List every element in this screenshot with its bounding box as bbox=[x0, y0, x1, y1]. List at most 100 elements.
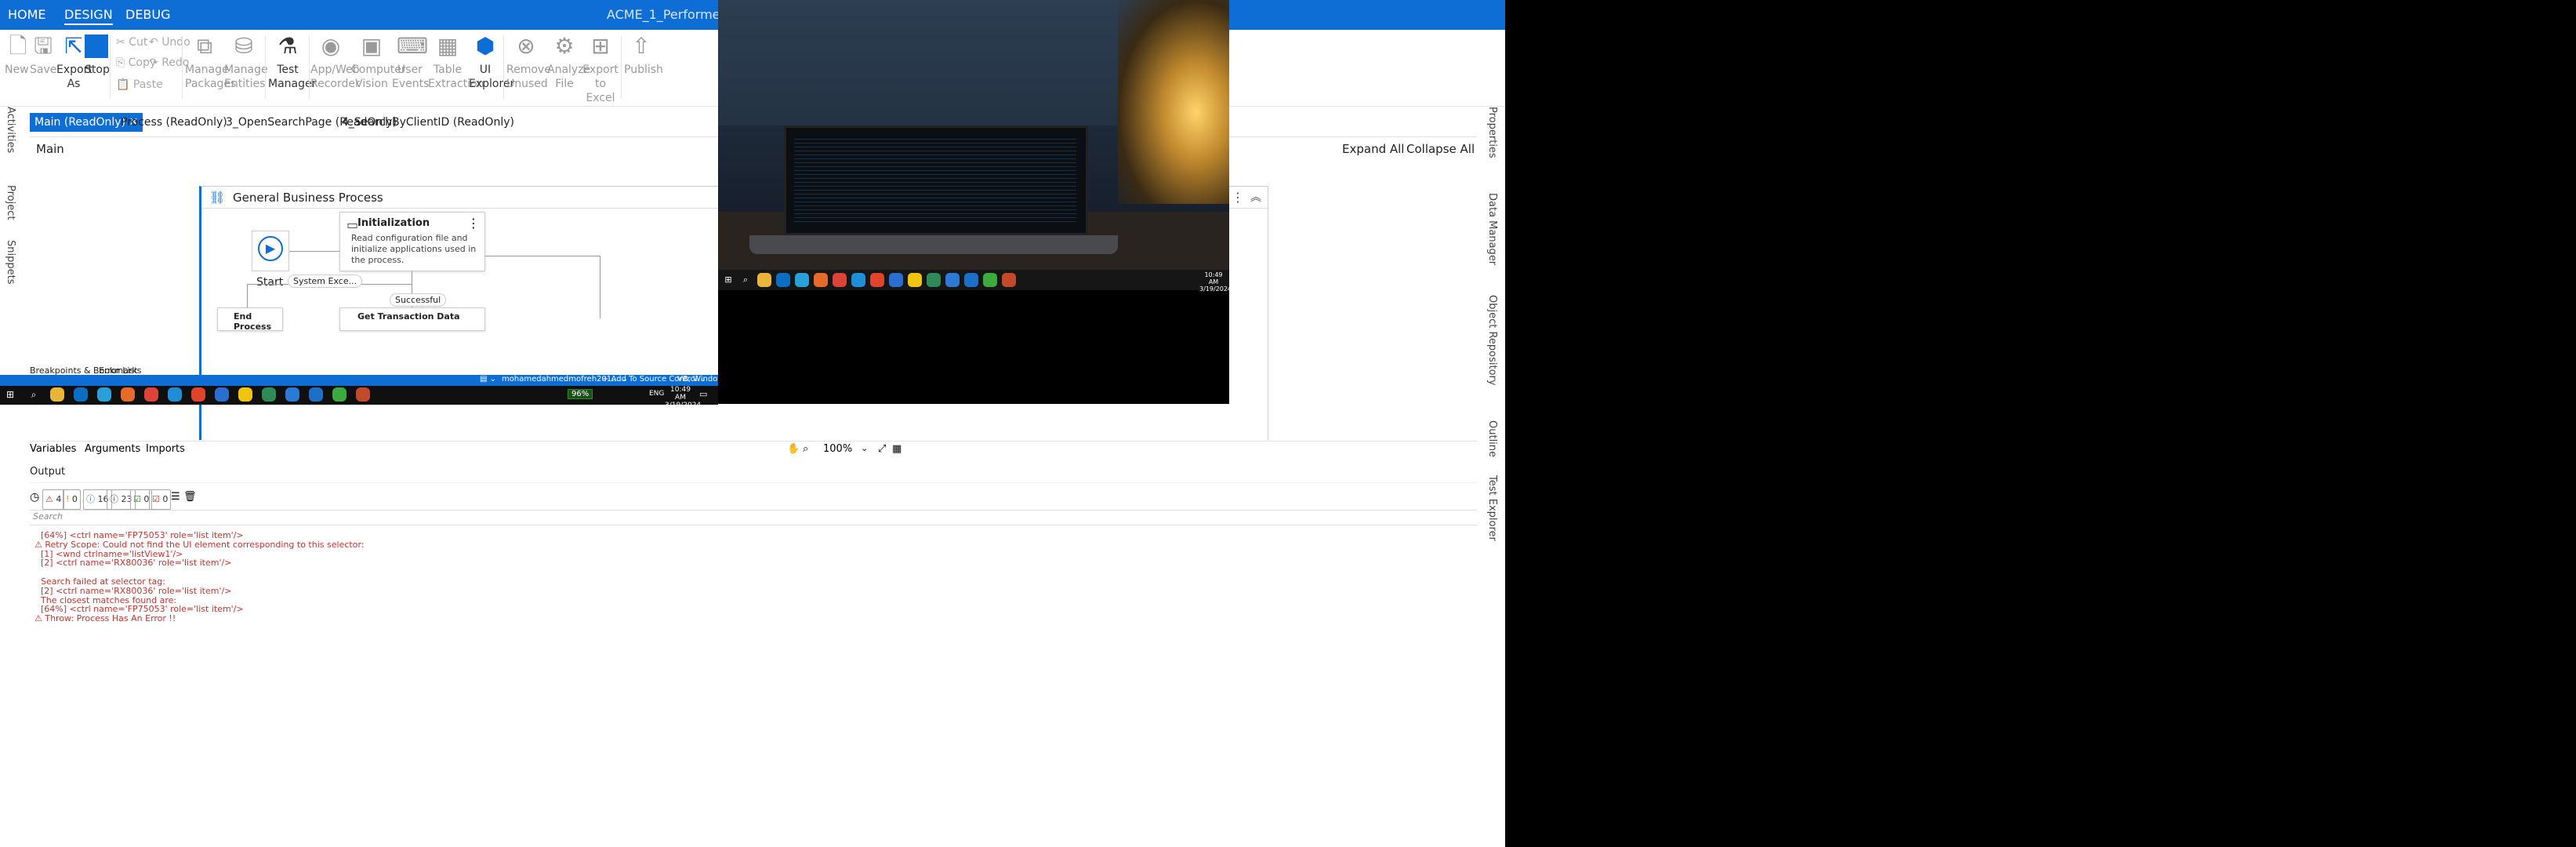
file-explorer-icon[interactable] bbox=[50, 387, 64, 402]
hand-tool-icon[interactable]: ✋ bbox=[787, 443, 800, 455]
imports-tab[interactable]: Imports bbox=[146, 443, 185, 455]
expand-all-button[interactable]: Expand All bbox=[1342, 142, 1404, 156]
tab-process[interactable]: Process (ReadOnly) bbox=[116, 113, 232, 132]
uipath-studio-icon[interactable] bbox=[964, 273, 978, 287]
firefox-dev-icon[interactable] bbox=[870, 273, 884, 287]
properties-panel-tab[interactable]: Properties bbox=[1486, 107, 1498, 158]
zoom-icon[interactable]: ⌕ bbox=[803, 443, 808, 455]
log-line[interactable]: ⚠ Throw: Process Has An Error !! bbox=[30, 612, 176, 625]
cut-button[interactable]: ✂ Cut bbox=[116, 36, 147, 49]
successful-transition[interactable]: Successful bbox=[390, 293, 447, 307]
paste-button[interactable]: 📋 Paste bbox=[116, 78, 163, 91]
chrome-icon[interactable] bbox=[833, 273, 847, 287]
save-button[interactable]: 🖫 Save bbox=[30, 33, 56, 77]
redo-button[interactable]: ↷ Redo bbox=[149, 56, 189, 69]
computer-vision-button[interactable]: ▣ Computer Vision bbox=[351, 33, 406, 91]
vscode-icon[interactable] bbox=[285, 387, 299, 402]
chrome-icon[interactable] bbox=[144, 387, 158, 402]
new-button[interactable]: 🗋 New bbox=[5, 33, 29, 77]
chevron-down-icon[interactable]: ⌄ bbox=[861, 443, 868, 453]
uipath-assistant-icon[interactable] bbox=[332, 387, 346, 402]
excel-icon[interactable] bbox=[262, 387, 276, 402]
test-manager-button[interactable]: ⚗ Test Manager bbox=[268, 33, 316, 91]
end-process-state[interactable]: End Process bbox=[217, 307, 283, 332]
export-to-excel-button[interactable]: ⊞ Export to Excel bbox=[582, 33, 619, 105]
status-dropdown[interactable]: ▤ ⌄ bbox=[480, 375, 496, 384]
firefox-dev-icon[interactable] bbox=[191, 387, 205, 402]
menu-home[interactable]: HOME bbox=[8, 7, 46, 22]
activities-panel-tab[interactable]: Activities bbox=[5, 107, 16, 153]
output-search-input[interactable]: Search bbox=[30, 510, 1477, 525]
list-icon[interactable]: ☰ bbox=[171, 491, 180, 503]
manage-entities-button[interactable]: ⛁ Manage Entities bbox=[224, 33, 268, 91]
sticky-notes-icon[interactable] bbox=[238, 387, 252, 402]
failed-filter[interactable]: ☑ 0 bbox=[149, 489, 172, 510]
vscode-icon[interactable] bbox=[945, 273, 960, 287]
user-events-button[interactable]: ⌨ User Events bbox=[392, 33, 429, 91]
telegram-icon[interactable] bbox=[97, 387, 111, 402]
arguments-tab[interactable]: Arguments bbox=[85, 443, 140, 455]
project-panel-tab[interactable]: Project bbox=[5, 185, 16, 220]
get-transaction-data-state[interactable]: Get Transaction Data bbox=[339, 307, 485, 331]
firefox-icon[interactable] bbox=[814, 273, 828, 287]
clock-icon[interactable]: ◷ bbox=[30, 491, 39, 503]
tab-search-by-client-id[interactable]: 4_SearchByClientID (ReadOnly) bbox=[337, 113, 519, 132]
windows-start-icon[interactable]: ⊞ bbox=[721, 273, 735, 287]
more-icon[interactable]: ⋮ bbox=[467, 216, 480, 231]
breadcrumb[interactable]: Main bbox=[36, 142, 64, 156]
fit-screen-icon[interactable]: ⤢ bbox=[878, 443, 886, 455]
battery-indicator[interactable]: 96% bbox=[568, 389, 593, 399]
menu-design[interactable]: DESIGN bbox=[64, 7, 113, 25]
log-line[interactable]: [2] <ctrl name='RX80036' role='list item… bbox=[30, 556, 231, 569]
search-icon[interactable]: ⌕ bbox=[27, 387, 41, 402]
test-explorer-panel-tab[interactable]: Test Explorer bbox=[1486, 475, 1498, 541]
clock[interactable]: 10:49 AM 3/19/2024 bbox=[1199, 271, 1229, 293]
initialization-state[interactable]: ▭ Initialization ⋮ Read configuration fi… bbox=[339, 212, 485, 271]
office-icon[interactable] bbox=[1002, 273, 1016, 287]
zoom-level[interactable]: 100% bbox=[823, 443, 852, 455]
menu-debug[interactable]: DEBUG bbox=[125, 7, 171, 22]
variables-tab[interactable]: Variables bbox=[30, 443, 76, 455]
stop-button[interactable]: Stop bbox=[85, 33, 110, 77]
search-icon[interactable]: ⌕ bbox=[738, 273, 753, 287]
sticky-notes-icon[interactable] bbox=[908, 273, 922, 287]
analyze-file-button[interactable]: ⚙ Analyze File bbox=[547, 33, 590, 91]
outlook-icon[interactable] bbox=[74, 387, 88, 402]
warnings-filter[interactable]: ! 0 bbox=[63, 489, 81, 510]
data-manager-panel-tab[interactable]: Data Manager bbox=[1486, 193, 1498, 265]
edge-icon[interactable] bbox=[168, 387, 182, 402]
object-repository-panel-tab[interactable]: Object Repository bbox=[1486, 295, 1498, 386]
publish-button[interactable]: ⇧ Publish bbox=[624, 33, 663, 77]
outlook-icon[interactable] bbox=[776, 273, 790, 287]
ui-explorer-button[interactable]: ⬢ UI Explorer bbox=[469, 33, 514, 91]
remove-unused-button[interactable]: ⊗ Remove Unused bbox=[506, 33, 551, 91]
windows-start-icon[interactable]: ⊞ bbox=[3, 387, 17, 402]
outline-panel-tab[interactable]: Outline bbox=[1486, 420, 1498, 457]
uipath-assistant-icon[interactable] bbox=[983, 273, 997, 287]
collapse-icon[interactable]: ︽ bbox=[1250, 189, 1261, 205]
office-icon[interactable] bbox=[356, 387, 370, 402]
mail-icon[interactable] bbox=[215, 387, 229, 402]
clock[interactable]: 10:49 AM 3/19/2024 bbox=[665, 386, 701, 409]
notifications-icon[interactable]: ▭ bbox=[699, 389, 707, 399]
mail-icon[interactable] bbox=[889, 273, 903, 287]
table-extraction-button[interactable]: ▦ Table Extraction bbox=[428, 33, 484, 91]
overview-icon[interactable]: ▦ bbox=[892, 443, 902, 455]
system-exception-transition[interactable]: System Exce... bbox=[288, 274, 363, 288]
undo-button[interactable]: ↶ Undo bbox=[149, 36, 190, 49]
collapse-all-button[interactable]: Collapse All bbox=[1406, 142, 1475, 156]
excel-icon[interactable] bbox=[927, 273, 941, 287]
edge-icon[interactable] bbox=[851, 273, 865, 287]
errors-filter[interactable]: ⚠ 4 bbox=[42, 489, 65, 510]
manage-packages-button[interactable]: ⧉ Manage Packages bbox=[185, 33, 236, 91]
snippets-panel-tab[interactable]: Snippets bbox=[5, 240, 16, 284]
more-icon[interactable]: ⋮ bbox=[1232, 190, 1244, 205]
firefox-icon[interactable] bbox=[121, 387, 135, 402]
uipath-studio-icon[interactable] bbox=[309, 387, 323, 402]
telegram-icon[interactable] bbox=[795, 273, 809, 287]
language-indicator[interactable]: ENG bbox=[649, 390, 664, 398]
trash-icon[interactable]: 🗑 bbox=[183, 491, 197, 503]
app-web-recorder-button[interactable]: ◉ App/Web Recorder bbox=[310, 33, 360, 91]
file-explorer-icon[interactable] bbox=[757, 273, 771, 287]
start-node[interactable]: ▶ bbox=[252, 231, 289, 271]
